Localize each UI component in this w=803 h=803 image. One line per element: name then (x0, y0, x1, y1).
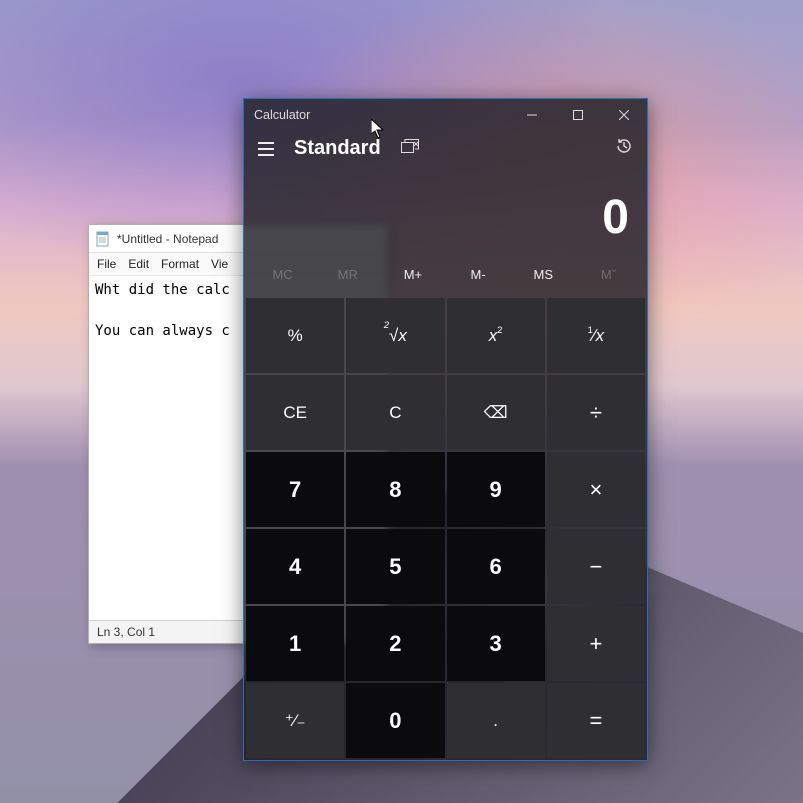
calculator-window: Calculator Standard (243, 98, 648, 761)
sign-button[interactable]: ⁺⁄₋ (246, 683, 344, 758)
memory-recall-button[interactable]: MR (315, 261, 380, 288)
calculator-titlebar[interactable]: Calculator (244, 99, 647, 131)
digit-7-button[interactable]: 7 (246, 452, 344, 527)
mode-label: Standard (294, 137, 381, 160)
keypad: % 2√x x2 1∕x CE C ⌫ ÷ 7 8 9 × 4 5 6 − 1 … (244, 296, 647, 760)
digit-5-button[interactable]: 5 (346, 529, 444, 604)
keep-on-top-icon (401, 139, 419, 153)
close-button[interactable] (601, 99, 647, 131)
close-icon (619, 110, 629, 120)
digit-9-button[interactable]: 9 (447, 452, 545, 527)
notepad-line: You can always c (95, 323, 230, 339)
decimal-button[interactable]: . (447, 683, 545, 758)
reciprocal-button[interactable]: 1∕x (547, 298, 645, 373)
digit-3-button[interactable]: 3 (447, 606, 545, 681)
menu-view[interactable]: Vie (211, 257, 228, 271)
menu-edit[interactable]: Edit (128, 257, 149, 271)
menu-button[interactable] (258, 138, 280, 160)
notepad-line: Wht did the calc (95, 282, 230, 298)
square-root-button[interactable]: 2√x (346, 298, 444, 373)
subtract-button[interactable]: − (547, 529, 645, 604)
percent-button[interactable]: % (246, 298, 344, 373)
memory-store-button[interactable]: MS (511, 261, 576, 288)
add-button[interactable]: + (547, 606, 645, 681)
notepad-title: *Untitled - Notepad (117, 232, 218, 246)
menu-format[interactable]: Format (161, 257, 199, 271)
digit-6-button[interactable]: 6 (447, 529, 545, 604)
clear-entry-button[interactable]: CE (246, 375, 344, 450)
memory-row: MC MR M+ M- MS Mˇ (244, 257, 647, 296)
memory-add-button[interactable]: M+ (380, 261, 445, 288)
cursor-position: Ln 3, Col 1 (97, 625, 155, 639)
desktop: *Untitled - Notepad File Edit Format Vie… (0, 0, 803, 803)
menu-file[interactable]: File (97, 257, 116, 271)
minimize-icon (527, 110, 537, 120)
calculator-title: Calculator (254, 108, 310, 122)
digit-2-button[interactable]: 2 (346, 606, 444, 681)
square-button[interactable]: x2 (447, 298, 545, 373)
maximize-icon (573, 110, 583, 120)
divide-button[interactable]: ÷ (547, 375, 645, 450)
backspace-button[interactable]: ⌫ (447, 375, 545, 450)
history-button[interactable] (615, 137, 633, 160)
minimize-button[interactable] (509, 99, 555, 131)
digit-8-button[interactable]: 8 (346, 452, 444, 527)
memory-subtract-button[interactable]: M- (445, 261, 510, 288)
notepad-icon (95, 231, 111, 247)
memory-list-button[interactable]: Mˇ (576, 261, 641, 288)
calculator-header: Standard (244, 131, 647, 162)
memory-clear-button[interactable]: MC (250, 261, 315, 288)
multiply-button[interactable]: × (547, 452, 645, 527)
maximize-button[interactable] (555, 99, 601, 131)
digit-1-button[interactable]: 1 (246, 606, 344, 681)
equals-button[interactable]: = (547, 683, 645, 758)
calculator-display: 0 (244, 162, 647, 257)
keep-on-top-button[interactable] (401, 139, 419, 158)
digit-0-button[interactable]: 0 (346, 683, 444, 758)
clear-button[interactable]: C (346, 375, 444, 450)
digit-4-button[interactable]: 4 (246, 529, 344, 604)
history-icon (615, 137, 633, 155)
